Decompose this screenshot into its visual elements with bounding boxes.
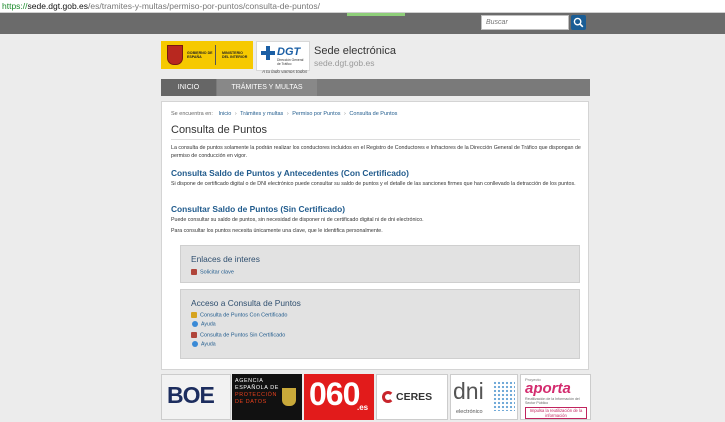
boe-logo[interactable]: BOE: [161, 374, 231, 420]
nav-item-tramites-y-multas[interactable]: TRÁMITES Y MULTAS: [217, 79, 317, 96]
section-sin-certificado-text: Puede consultar su saldo de puntos, sin …: [171, 217, 424, 223]
url-scheme: https://: [2, 1, 28, 11]
060-logo-suffix: .es: [357, 403, 369, 412]
certificate-icon: [191, 312, 197, 318]
gov-logo-text: GOBIERNO DE ESPAÑA: [187, 50, 213, 59]
agencia-line-4: DE DATOS: [235, 399, 267, 405]
nav-item-inicio[interactable]: INICIO: [161, 79, 216, 96]
search-input[interactable]: [481, 15, 569, 30]
address-bar[interactable]: https://sede.dgt.gob.es/es/tramites-y-mu…: [0, 0, 725, 13]
section-con-certificado-text: Si dispone de certificado digital o de D…: [171, 181, 576, 187]
dni-dots-icon: [493, 381, 515, 411]
dgt-logo-sub: Dirección General de Tráfico: [277, 58, 304, 66]
solicitar-clave-label: Solicitar clave: [200, 269, 234, 276]
ayuda-label-1: Ayuda: [201, 321, 216, 328]
main-nav: INICIO TRÁMITES Y MULTAS: [161, 79, 590, 96]
footer-logos: BOE AGENCIA ESPAÑOLA DE PROTECCIÓN DE DA…: [161, 374, 591, 420]
site-url: sede.dgt.gob.es: [314, 58, 375, 68]
ceres-logo-text: CERES: [396, 391, 433, 403]
aporta-sub: Reutilización de la Información del Sect…: [525, 397, 580, 406]
site-title: Sede electrónica: [314, 45, 396, 57]
key-icon: [191, 269, 197, 275]
consulta-sin-certificado-link[interactable]: Consulta de Puntos Sin Certificado: [191, 332, 285, 338]
breadcrumb-permiso[interactable]: Permiso por Puntos: [292, 111, 340, 117]
agencia-line-2: ESPAÑOLA DE: [235, 385, 279, 391]
agencia-proteccion-datos-logo[interactable]: AGENCIA ESPAÑOLA DE PROTECCIÓN DE DATOS: [232, 374, 302, 420]
key-icon: [191, 332, 197, 338]
crest-icon: [282, 388, 296, 406]
060-logo-text: 060: [309, 376, 360, 412]
dni-logo-sub: electrónico: [456, 409, 483, 415]
top-bar: [0, 13, 725, 34]
help-icon: [192, 341, 198, 347]
ceres-logo[interactable]: CERES: [376, 374, 448, 420]
dni-electronico-logo[interactable]: dni electrónico: [450, 374, 518, 420]
breadcrumb: Se encuentra en: Inicio › Trámites y mul…: [171, 111, 397, 117]
breadcrumb-separator: ›: [286, 111, 289, 117]
search-button[interactable]: [571, 15, 586, 30]
consulta-sin-certificado-label: Consulta de Puntos Sin Certificado: [200, 332, 286, 339]
060-logo[interactable]: 060 .es: [304, 374, 374, 420]
solicitar-clave-link[interactable]: Solicitar clave: [191, 269, 234, 275]
consulta-con-certificado-label: Consulta de Puntos Con Certificado: [200, 312, 288, 319]
section-con-certificado-title[interactable]: Consulta Saldo de Puntos y Antecedentes …: [171, 168, 409, 178]
url-host: sede.dgt.gob.es: [27, 1, 89, 11]
breadcrumb-prefix: Se encuentra en:: [171, 111, 213, 117]
dgt-logo-text: DGT: [277, 46, 301, 58]
section-sin-certificado-title[interactable]: Consultar Saldo de Puntos (Sin Certifica…: [171, 204, 345, 214]
breadcrumb-separator: ›: [344, 111, 346, 117]
ayuda-link-2[interactable]: Ayuda: [192, 341, 216, 347]
breadcrumb-inicio[interactable]: Inicio: [218, 111, 231, 117]
agencia-line-3: PROTECCIÓN: [235, 392, 277, 398]
section-sin-certificado-note: Para consultar los puntos necesita única…: [171, 228, 383, 234]
acceso-panel: Acceso a Consulta de Puntos Consulta de …: [180, 289, 580, 359]
top-bar-accent: [347, 13, 405, 16]
help-icon: [192, 321, 198, 327]
acceso-panel-title: Acceso a Consulta de Puntos: [191, 298, 301, 308]
dgt-mark-icon: [261, 46, 275, 60]
tagline: A tu lado vamos todos: [262, 69, 308, 74]
agencia-line-1: AGENCIA: [235, 378, 264, 384]
page-title: Consulta de Puntos: [171, 124, 268, 136]
title-divider: [171, 139, 580, 140]
ayuda-label-2: Ayuda: [201, 341, 216, 348]
ceres-mark-icon: [382, 391, 394, 403]
site-header: GOBIERNO DE ESPAÑA MINISTERIO DEL INTERI…: [161, 40, 591, 78]
dgt-logo[interactable]: DGT Dirección General de Tráfico: [256, 41, 310, 71]
gobierno-logo[interactable]: GOBIERNO DE ESPAÑA MINISTERIO DEL INTERI…: [161, 41, 253, 69]
aporta-logo[interactable]: Proyecto aporta Reutilización de la Info…: [520, 374, 591, 420]
search-icon: [573, 17, 584, 28]
enlaces-panel: Enlaces de interes Solicitar clave: [180, 245, 580, 283]
main-content: Se encuentra en: Inicio › Trámites y mul…: [161, 101, 589, 370]
aporta-logo-text: aporta: [525, 380, 571, 397]
dni-logo-text: dni: [453, 378, 484, 404]
consulta-con-certificado-link[interactable]: Consulta de Puntos Con Certificado: [191, 312, 287, 318]
aporta-tag: Impulsa la reutilización de la informaci…: [525, 407, 587, 419]
url-path: /es/tramites-y-multas/permiso-por-puntos…: [88, 1, 320, 11]
breadcrumb-consulta[interactable]: Consulta de Puntos: [349, 111, 397, 117]
enlaces-panel-title: Enlaces de interes: [191, 254, 260, 264]
ayuda-link-1[interactable]: Ayuda: [192, 321, 216, 327]
gov-logo-ministry: MINISTERIO DEL INTERIOR: [222, 50, 248, 59]
boe-logo-text: BOE: [167, 382, 215, 408]
intro-text: La consulta de puntos solamente la podrá…: [171, 145, 581, 159]
breadcrumb-tramites[interactable]: Trámites y multas: [240, 111, 283, 117]
breadcrumb-separator: ›: [234, 111, 237, 117]
logo-divider: [215, 45, 216, 65]
coat-of-arms-icon: [167, 45, 183, 65]
